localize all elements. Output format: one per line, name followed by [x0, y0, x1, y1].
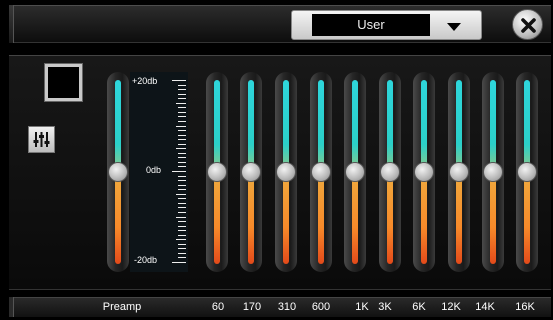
ruler-tick: [178, 189, 186, 191]
ruler-tick: [178, 116, 186, 118]
ruler-tick: [178, 157, 186, 159]
slider-thumb[interactable]: [311, 162, 331, 182]
slider-band-3k[interactable]: [379, 72, 401, 272]
ruler-tick: [178, 111, 186, 113]
close-icon: [521, 18, 536, 33]
slider-band-12k[interactable]: [448, 72, 470, 272]
slider-band-6k[interactable]: [413, 72, 435, 272]
title-bar-notch: [9, 5, 14, 43]
ruler-tick: [178, 166, 186, 168]
ruler-tick: [178, 230, 186, 232]
chevron-down-icon[interactable]: [447, 23, 461, 31]
slider-thumb[interactable]: [449, 162, 469, 182]
ruler-tick: [178, 198, 186, 200]
slider-band-6k-label: 6K: [412, 301, 426, 313]
preset-dropdown[interactable]: User: [291, 10, 482, 40]
slider-thumb[interactable]: [108, 162, 128, 182]
ruler-tick: [176, 239, 186, 241]
slider-band-600[interactable]: [310, 72, 332, 272]
ruler-tick: [178, 143, 186, 145]
slider-thumb[interactable]: [380, 162, 400, 182]
ruler-tick: [176, 125, 186, 127]
slider-band-60[interactable]: [206, 72, 228, 272]
ruler-tick: [178, 252, 186, 254]
ruler-tick: [178, 84, 186, 86]
slider-thumb[interactable]: [414, 162, 434, 182]
slider-preamp-label: Preamp: [102, 301, 142, 313]
ruler-tick: [176, 148, 186, 150]
slider-preamp[interactable]: [107, 72, 129, 272]
slider-band-60-label: 60: [211, 301, 225, 313]
ruler-tick: [176, 193, 186, 195]
slider-band-310[interactable]: [275, 72, 297, 272]
ruler-tick: [178, 93, 186, 95]
ruler-tick: [178, 184, 186, 186]
slider-thumb[interactable]: [517, 162, 537, 182]
db-ruler: [172, 80, 186, 263]
ruler-tick: [178, 98, 186, 100]
slider-band-16k[interactable]: [516, 72, 538, 272]
ruler-tick: [178, 139, 186, 141]
slider-band-170[interactable]: [240, 72, 262, 272]
band-label-bar-notch: [9, 297, 14, 317]
ruler-tick: [178, 107, 186, 109]
ruler-tick: [178, 161, 186, 163]
ruler-tick: [178, 225, 186, 227]
ruler-tick: [172, 262, 186, 263]
preset-value: User: [312, 14, 430, 36]
slider-band-1k[interactable]: [344, 72, 366, 272]
slider-thumb[interactable]: [207, 162, 227, 182]
eq-settings-button[interactable]: [28, 126, 55, 153]
ruler-tick: [178, 152, 186, 154]
ruler-tick: [178, 120, 186, 122]
ruler-tick: [178, 234, 186, 236]
equalizer-sliders-icon: [33, 132, 50, 147]
slider-band-12k-label: 12K: [441, 301, 461, 313]
slider-thumb[interactable]: [345, 162, 365, 182]
ruler-tick: [172, 80, 186, 81]
scale-mid-label: 0db: [146, 165, 162, 175]
ruler-tick: [178, 202, 186, 204]
slider-band-310-label: 310: [277, 301, 297, 313]
ruler-tick: [178, 257, 186, 259]
ruler-tick: [178, 180, 186, 182]
ruler-tick: [176, 216, 186, 218]
ruler-tick: [178, 207, 186, 209]
ruler-tick: [178, 211, 186, 213]
slider-thumb[interactable]: [241, 162, 261, 182]
ruler-tick: [178, 243, 186, 245]
ruler-tick: [176, 102, 186, 104]
eq-enable-toggle[interactable]: [45, 64, 82, 101]
ruler-tick: [172, 171, 186, 172]
ruler-tick: [178, 134, 186, 136]
equalizer-window: User +20db 0db -20db Preamp 60 170 310 600 1K…: [0, 0, 553, 320]
slider-band-16k-label: 16K: [515, 301, 535, 313]
slider-band-3k-label: 3K: [378, 301, 392, 313]
slider-thumb[interactable]: [276, 162, 296, 182]
ruler-tick: [178, 221, 186, 223]
slider-band-14k-label: 14K: [475, 301, 495, 313]
slider-thumb[interactable]: [483, 162, 503, 182]
close-button[interactable]: [512, 9, 543, 40]
ruler-tick: [178, 130, 186, 132]
ruler-tick: [178, 89, 186, 91]
slider-band-14k[interactable]: [482, 72, 504, 272]
slider-band-600-label: 600: [311, 301, 331, 313]
scale-bottom-label: -20db: [134, 255, 158, 265]
scale-top-label: +20db: [132, 76, 158, 86]
ruler-tick: [178, 175, 186, 177]
slider-band-170-label: 170: [242, 301, 262, 313]
ruler-tick: [178, 248, 186, 250]
